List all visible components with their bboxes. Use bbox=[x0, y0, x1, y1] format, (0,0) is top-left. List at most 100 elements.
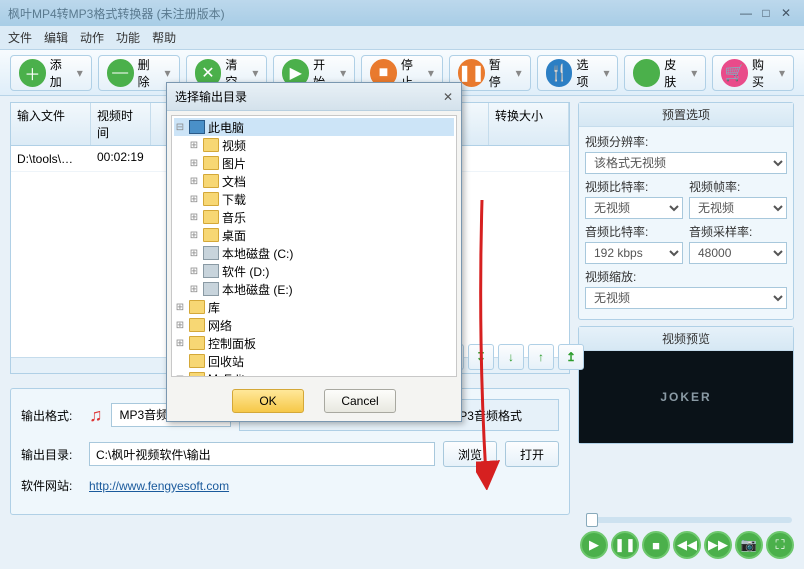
tree-node-本地磁盘 (C:)[interactable]: ⊞本地磁盘 (C:) bbox=[174, 244, 454, 262]
res-select[interactable]: 该格式无视频 bbox=[585, 152, 787, 174]
music-icon: ♫ bbox=[89, 405, 103, 426]
player-btn-0[interactable]: ▶ bbox=[580, 531, 608, 559]
close-button[interactable]: ✕ bbox=[776, 6, 796, 20]
player-btn-1[interactable]: ❚❚ bbox=[611, 531, 639, 559]
tree-node-音乐[interactable]: ⊞音乐 bbox=[174, 208, 454, 226]
preset-panel: 预置选项 视频分辨率: 该格式无视频 视频比特率: 无视频 视频帧率: 无视频 bbox=[578, 102, 794, 320]
pc-icon bbox=[189, 120, 205, 134]
fps-label: 视频帧率: bbox=[689, 178, 787, 195]
expand-icon[interactable]: ⊞ bbox=[188, 212, 200, 223]
list-move-btn-2[interactable]: ↓ bbox=[498, 344, 524, 370]
tool-皮肤[interactable]: 皮肤▾ bbox=[624, 55, 706, 91]
vbr-label: 视频比特率: bbox=[585, 178, 683, 195]
drv-icon bbox=[203, 264, 219, 278]
slider-thumb[interactable] bbox=[586, 513, 598, 527]
tool-添加[interactable]: ＋添加▾ bbox=[10, 55, 92, 91]
tree-node-视频[interactable]: ⊞视频 bbox=[174, 136, 454, 154]
player-btn-3[interactable]: ◀◀ bbox=[673, 531, 701, 559]
browse-button[interactable]: 浏览 bbox=[443, 441, 497, 467]
preview-title: 视频预览 bbox=[579, 327, 793, 351]
list-move-btn-3[interactable]: ↑ bbox=[528, 344, 554, 370]
player-btn-4[interactable]: ▶▶ bbox=[704, 531, 732, 559]
tree-node-库[interactable]: ⊞库 bbox=[174, 298, 454, 316]
选项-icon: 🍴 bbox=[546, 59, 573, 87]
tree-node-软件 (D:)[interactable]: ⊞软件 (D:) bbox=[174, 262, 454, 280]
menu-帮助[interactable]: 帮助 bbox=[152, 29, 176, 46]
asr-select[interactable]: 48000 bbox=[689, 242, 787, 264]
tree-node-控制面板[interactable]: ⊞控制面板 bbox=[174, 334, 454, 352]
dir-label: 输出目录: bbox=[21, 446, 81, 463]
expand-icon[interactable]: ⊞ bbox=[174, 374, 186, 378]
fold-icon bbox=[189, 372, 205, 377]
res-label: 视频分辨率: bbox=[585, 133, 787, 150]
fold-icon bbox=[203, 138, 219, 152]
window-title: 枫叶MP4转MP3格式转换器 (未注册版本) bbox=[8, 5, 225, 22]
minimize-button[interactable]: — bbox=[736, 6, 756, 20]
皮肤-icon bbox=[633, 59, 660, 87]
expand-icon[interactable]: ⊞ bbox=[188, 266, 200, 277]
dialog-ok-button[interactable]: OK bbox=[232, 389, 304, 413]
expand-icon[interactable]: ⊞ bbox=[188, 158, 200, 169]
player-btn-5[interactable]: 📷 bbox=[735, 531, 763, 559]
tree-node-本地磁盘 (E:)[interactable]: ⊞本地磁盘 (E:) bbox=[174, 280, 454, 298]
list-move-btn-1[interactable]: ↧ bbox=[468, 344, 494, 370]
tree-node-文档[interactable]: ⊞文档 bbox=[174, 172, 454, 190]
tree-node-桌面[interactable]: ⊞桌面 bbox=[174, 226, 454, 244]
tree-node-此电脑[interactable]: ⊟此电脑 bbox=[174, 118, 454, 136]
folder-tree[interactable]: ⊟此电脑⊞视频⊞图片⊞文档⊞下载⊞音乐⊞桌面⊞本地磁盘 (C:)⊞软件 (D:)… bbox=[171, 115, 457, 377]
drv-icon bbox=[203, 246, 219, 260]
zoom-label: 视频缩放: bbox=[585, 268, 787, 285]
menu-bar: 文件编辑动作功能帮助 bbox=[0, 26, 804, 50]
expand-icon[interactable]: ⊟ bbox=[174, 122, 186, 133]
zoom-select[interactable]: 无视频 bbox=[585, 287, 787, 309]
expand-icon[interactable]: ⊞ bbox=[188, 230, 200, 241]
abr-select[interactable]: 192 kbps bbox=[585, 242, 683, 264]
preview-panel: 视频预览 JOKER bbox=[578, 326, 794, 444]
tree-node-网络[interactable]: ⊞网络 bbox=[174, 316, 454, 334]
asr-label: 音频采样率: bbox=[689, 223, 787, 240]
fold-icon bbox=[189, 354, 205, 368]
fps-select[interactable]: 无视频 bbox=[689, 197, 787, 219]
menu-动作[interactable]: 动作 bbox=[80, 29, 104, 46]
col-input-file[interactable]: 输入文件 bbox=[11, 103, 91, 145]
menu-编辑[interactable]: 编辑 bbox=[44, 29, 68, 46]
expand-icon[interactable]: ⊞ bbox=[188, 248, 200, 259]
site-link[interactable]: http://www.fengyesoft.com bbox=[89, 479, 229, 493]
dialog-close-icon[interactable]: ✕ bbox=[443, 90, 453, 104]
删除-icon: — bbox=[107, 59, 134, 87]
tree-node-MyEditor[interactable]: ⊞MyEditor bbox=[174, 370, 454, 377]
col-duration[interactable]: 视频时间 bbox=[91, 103, 151, 145]
tree-node-下载[interactable]: ⊞下载 bbox=[174, 190, 454, 208]
dir-input[interactable] bbox=[89, 442, 435, 466]
expand-icon[interactable]: ⊞ bbox=[188, 284, 200, 295]
expand-icon[interactable]: ⊞ bbox=[174, 338, 186, 349]
fold-icon bbox=[189, 300, 205, 314]
tool-选项[interactable]: 🍴选项▾ bbox=[537, 55, 619, 91]
expand-icon[interactable]: ⊞ bbox=[188, 176, 200, 187]
preview-slider[interactable] bbox=[586, 517, 792, 523]
tool-购买[interactable]: 🛒购买▾ bbox=[712, 55, 794, 91]
player-btn-2[interactable]: ■ bbox=[642, 531, 670, 559]
fold-icon bbox=[203, 174, 219, 188]
vbr-select[interactable]: 无视频 bbox=[585, 197, 683, 219]
expand-icon[interactable]: ⊞ bbox=[174, 320, 186, 331]
list-move-btn-4[interactable]: ↥ bbox=[558, 344, 584, 370]
tree-node-回收站[interactable]: 回收站 bbox=[174, 352, 454, 370]
dialog-cancel-button[interactable]: Cancel bbox=[324, 389, 396, 413]
fold-icon bbox=[203, 192, 219, 206]
expand-icon[interactable]: ⊞ bbox=[174, 302, 186, 313]
preview-screen: JOKER bbox=[579, 351, 793, 443]
format-label: 输出格式: bbox=[21, 407, 81, 424]
folder-dialog: 选择输出目录 ✕ ⊟此电脑⊞视频⊞图片⊞文档⊞下载⊞音乐⊞桌面⊞本地磁盘 (C:… bbox=[166, 82, 462, 422]
menu-文件[interactable]: 文件 bbox=[8, 29, 32, 46]
col-size[interactable]: 转换大小 bbox=[489, 103, 569, 145]
expand-icon[interactable]: ⊞ bbox=[188, 194, 200, 205]
player-btn-6[interactable]: ⛶ bbox=[766, 531, 794, 559]
menu-功能[interactable]: 功能 bbox=[116, 29, 140, 46]
open-button[interactable]: 打开 bbox=[505, 441, 559, 467]
maximize-button[interactable]: □ bbox=[756, 6, 776, 20]
fold-icon bbox=[203, 210, 219, 224]
expand-icon[interactable]: ⊞ bbox=[188, 140, 200, 151]
tree-node-图片[interactable]: ⊞图片 bbox=[174, 154, 454, 172]
site-label: 软件网站: bbox=[21, 477, 81, 494]
